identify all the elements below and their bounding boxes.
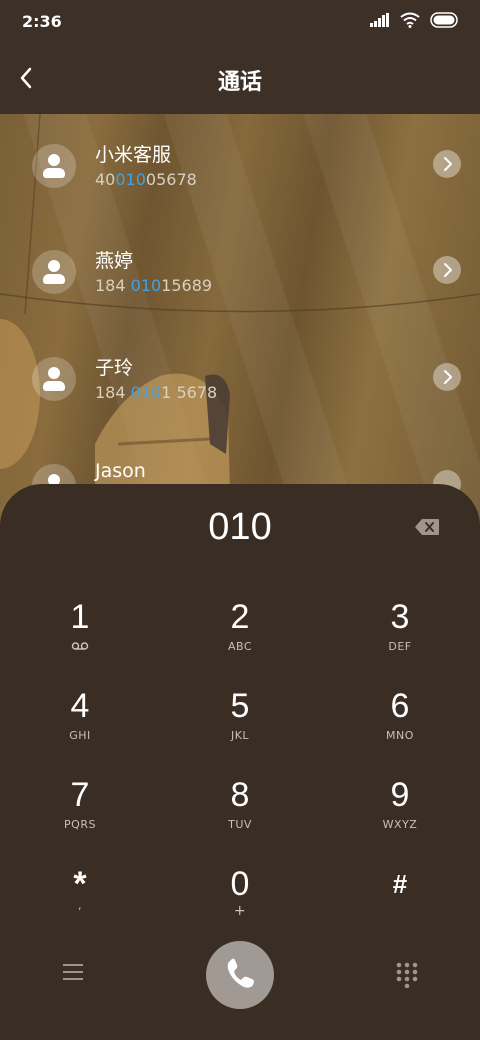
signal-icon: [370, 13, 389, 27]
avatar: [32, 357, 76, 401]
status-bar: 2:36: [0, 0, 480, 44]
avatar: [32, 144, 76, 188]
backspace-icon[interactable]: [414, 518, 440, 536]
call-button[interactable]: [206, 941, 274, 1009]
dial-key-7[interactable]: 7 PQRS: [20, 776, 140, 856]
chevron-right-icon[interactable]: [433, 256, 461, 284]
menu-icon[interactable]: [62, 962, 84, 982]
dial-key-6[interactable]: 6 MNO: [340, 687, 460, 767]
contact-name: 燕婷: [95, 250, 134, 272]
dial-key-hash[interactable]: #: [340, 865, 460, 945]
dialpad-panel: 010 1 2 ABC 3 DEF 4 GHI 5 JKL 6 MNO 7 PQ…: [0, 484, 480, 1040]
page-title: 通话: [217, 70, 262, 95]
voicemail-icon: [71, 642, 89, 650]
contact-name: 子玲: [95, 357, 134, 379]
dial-key-9[interactable]: 9 WXYZ: [340, 776, 460, 856]
dial-key-1[interactable]: 1: [20, 598, 140, 678]
dialpad-icon[interactable]: [396, 962, 418, 988]
dial-key-0[interactable]: 0 +: [180, 865, 300, 945]
dial-key-4[interactable]: 4 GHI: [20, 687, 140, 767]
dial-key-8[interactable]: 8 TUV: [180, 776, 300, 856]
contact-number: 184 0101 5678: [95, 383, 218, 402]
dial-key-2[interactable]: 2 ABC: [180, 598, 300, 678]
status-time: 2:36: [22, 12, 62, 31]
phone-icon: [227, 958, 254, 988]
dialed-number: 010: [208, 506, 272, 548]
chevron-right-icon[interactable]: [433, 150, 461, 178]
dial-key-3[interactable]: 3 DEF: [340, 598, 460, 678]
wallpaper-background: 小米客服 4001005678 燕婷 184 01015689 子玲 184 0…: [0, 114, 480, 534]
chevron-right-icon[interactable]: [433, 363, 461, 391]
contact-row[interactable]: 小米客服 4001005678: [0, 134, 480, 224]
dialer-screen: 2:36 通话 小米客服 4001005678 燕婷 184 01015689 …: [0, 0, 480, 1040]
battery-icon: [430, 12, 458, 28]
contact-name: 小米客服: [95, 144, 172, 166]
contact-number: 4001005678: [95, 170, 197, 189]
contact-number: 184 01015689: [95, 276, 213, 295]
status-icons: [370, 12, 460, 28]
contact-row[interactable]: 子玲 184 0101 5678: [0, 347, 480, 437]
contact-name: Jason: [95, 460, 146, 482]
dial-key-star[interactable]: * ,: [20, 865, 140, 945]
dial-key-5[interactable]: 5 JKL: [180, 687, 300, 767]
contact-row[interactable]: 燕婷 184 01015689: [0, 240, 480, 330]
app-header: 通话: [0, 44, 480, 114]
wifi-icon: [400, 12, 420, 28]
avatar: [32, 250, 76, 294]
